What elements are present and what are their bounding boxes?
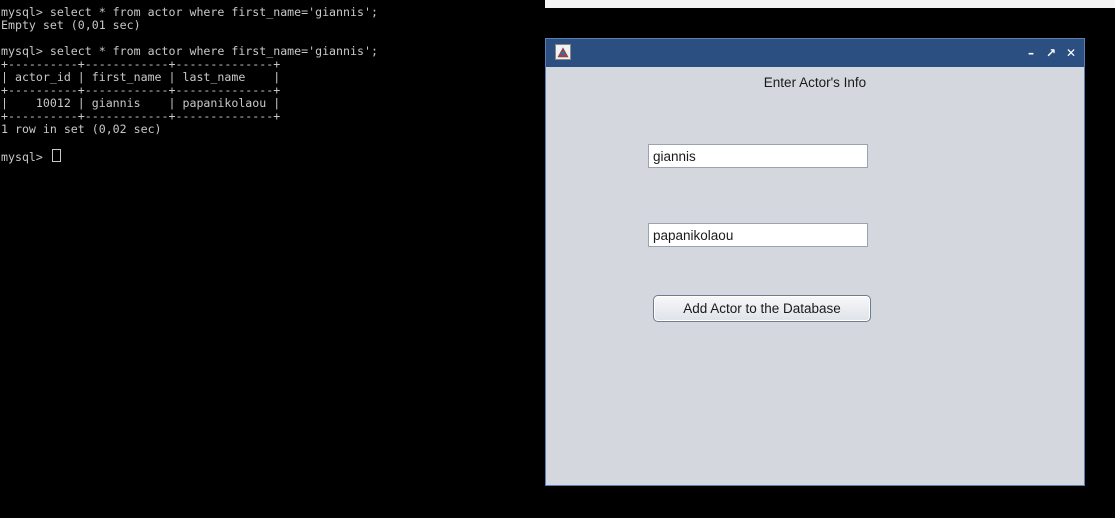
last-name-field[interactable] xyxy=(648,223,868,247)
maximize-button[interactable]: ↗ xyxy=(1044,44,1058,62)
form-heading: Enter Actor's Info xyxy=(763,75,867,90)
add-actor-button[interactable]: Add Actor to the Database xyxy=(653,295,871,322)
terminal-prompt-line[interactable]: mysql> xyxy=(1,149,378,164)
minimize-button[interactable]: – xyxy=(1024,44,1038,62)
window-titlebar[interactable]: – ↗ ✕ xyxy=(546,39,1084,67)
close-button[interactable]: ✕ xyxy=(1064,44,1078,62)
first-name-field[interactable] xyxy=(648,144,868,168)
terminal-prompt: mysql> xyxy=(1,150,50,164)
terminal-line: 1 row in set (0,02 sec) xyxy=(1,122,162,136)
terminal-line: Empty set (0,01 sec) xyxy=(1,18,141,32)
window-controls: – ↗ ✕ xyxy=(1024,44,1078,62)
terminal-output: mysql> select * from actor where first_n… xyxy=(1,6,378,164)
actor-form-window: – ↗ ✕ Enter Actor's Info Add Actor to th… xyxy=(545,38,1085,486)
terminal[interactable]: mysql> select * from actor where first_n… xyxy=(0,0,545,518)
terminal-cursor xyxy=(51,149,61,162)
java-app-icon[interactable] xyxy=(555,44,571,60)
